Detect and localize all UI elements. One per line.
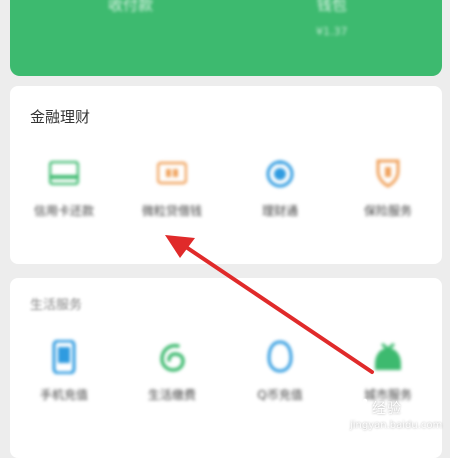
finance-item-credit-card[interactable]: 信用卡还款	[10, 156, 118, 219]
utility-icon	[155, 340, 189, 374]
insurance-icon	[371, 156, 405, 190]
life-item-phone[interactable]: 手机充值	[10, 340, 118, 403]
life-item-qcoin[interactable]: Q币充值	[226, 340, 334, 403]
finance-item-label: 微粒贷借钱	[141, 204, 202, 218]
receive-payment-label: 收付款	[108, 0, 154, 14]
wallet-header-card: 收付款 钱包 ¥1.37	[10, 0, 442, 76]
qcoin-icon	[263, 340, 297, 374]
watermark: 经验 jingyan.baidu.com	[350, 392, 442, 442]
finance-section-title: 金融理财	[30, 108, 91, 126]
wealth-icon	[263, 156, 297, 190]
receive-payment-button[interactable]: 收付款	[108, 0, 153, 25]
life-item-utility[interactable]: 生活缴费	[118, 340, 226, 403]
life-item-label: 生活缴费	[147, 388, 196, 402]
finance-item-label: 保险服务	[363, 204, 412, 218]
life-item-label: 手机充值	[39, 388, 88, 402]
finance-item-insurance[interactable]: 保险服务	[334, 156, 442, 219]
credit-card-icon	[47, 156, 81, 190]
life-section-title: 生活服务	[30, 298, 83, 313]
watermark-url: jingyan.baidu.com	[350, 420, 443, 431]
finance-grid: 信用卡还款 微粒贷借钱 理财通 保险服务	[10, 156, 442, 219]
finance-item-wealth[interactable]: 理财通	[226, 156, 334, 219]
paw-logo-icon	[352, 398, 370, 413]
finance-item-label: 理财通	[261, 204, 298, 218]
wallet-button[interactable]: 钱包 ¥1.37	[316, 0, 348, 38]
loan-card-icon	[155, 156, 189, 190]
life-item-label: Q币充值	[257, 388, 303, 402]
finance-section: 金融理财 信用卡还款 微粒贷借钱 理财通 保险服务	[10, 86, 442, 264]
city-icon	[371, 340, 405, 374]
watermark-main-text: 经验	[372, 401, 402, 417]
finance-item-loan[interactable]: 微粒贷借钱	[118, 156, 226, 219]
finance-item-label: 信用卡还款	[33, 204, 94, 218]
wallet-balance: ¥1.37	[316, 25, 348, 38]
phone-icon	[47, 340, 81, 374]
wallet-label: 钱包	[316, 0, 347, 14]
